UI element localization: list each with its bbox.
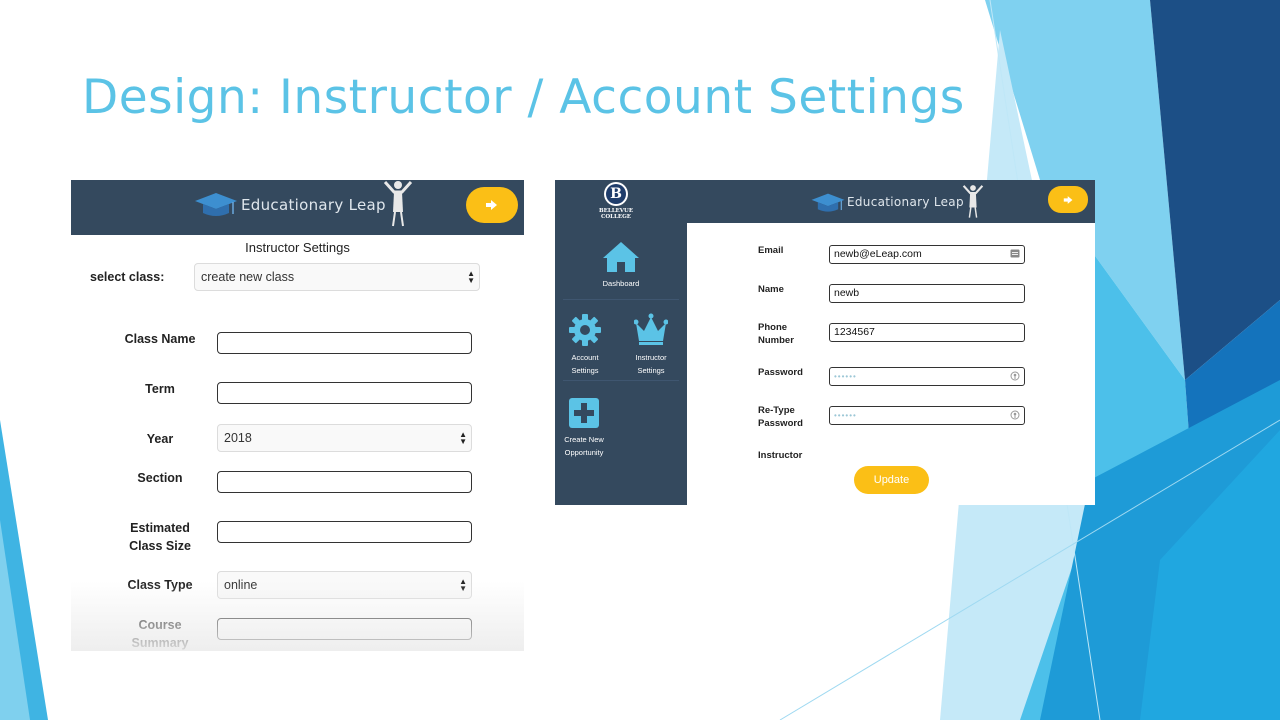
label-line: Password <box>758 418 803 429</box>
sidebar-item-account-settings[interactable]: Account Settings <box>557 313 613 377</box>
exit-icon <box>486 200 497 210</box>
top-nav-bar: B BELLEVUE COLLEGE Educationary Leap <box>555 180 1095 223</box>
phone-number-label: Phone Number <box>758 321 794 347</box>
email-field[interactable]: newb@eLeap.com <box>829 245 1025 264</box>
label-line: Instructor <box>635 353 667 362</box>
course-summary-input[interactable] <box>217 618 472 640</box>
class-name-input[interactable] <box>217 332 472 354</box>
crown-icon <box>633 313 669 345</box>
name-label: Name <box>758 284 784 295</box>
year-value: 2018 <box>224 431 252 445</box>
college-logo-letter: B <box>606 184 626 204</box>
retype-password-label: Re-Type Password <box>758 404 803 430</box>
course-summary-label: Course Summary <box>111 616 209 651</box>
sidebar-label: Account Settings <box>557 351 613 377</box>
sidebar-label: Dashboard <box>602 279 640 288</box>
leaping-figure-icon <box>962 185 984 218</box>
label-line: Phone <box>758 322 788 333</box>
password-label: Password <box>758 367 803 378</box>
email-value: newb@eLeap.com <box>834 248 922 260</box>
sidebar-item-instructor-settings[interactable]: Instructor Settings <box>623 313 679 377</box>
label-line: Estimated <box>130 521 190 535</box>
instructor-settings-panel: Educationary Leap Instructor Settings se… <box>71 180 524 651</box>
label-line: Summary <box>131 636 189 650</box>
section-input[interactable] <box>217 471 472 493</box>
slide-title: Design: Instructor / Account Settings <box>82 70 965 125</box>
app-logo-text: Educationary Leap <box>847 195 964 209</box>
instructor-label: Instructor <box>758 450 803 461</box>
key-icon <box>1010 410 1020 420</box>
logout-button[interactable] <box>466 187 518 223</box>
year-label: Year <box>146 432 174 446</box>
select-class-label: select class: <box>90 270 165 284</box>
label-line: Number <box>758 335 794 346</box>
label-line: Settings <box>571 366 599 375</box>
label-line: Account <box>571 353 599 362</box>
sidebar-item-dashboard[interactable]: Dashboard <box>591 241 651 290</box>
label-line: Create New <box>564 435 604 444</box>
top-nav-bar: Educationary Leap <box>71 180 524 235</box>
class-type-select[interactable]: online ▲ ▼ <box>217 571 472 599</box>
label-line: Class Size <box>129 539 191 553</box>
retype-password-field[interactable]: •••••• <box>829 406 1025 425</box>
class-size-input[interactable] <box>217 521 472 543</box>
app-logo: Educationary Leap <box>193 180 416 228</box>
year-select[interactable]: 2018 ▲ ▼ <box>217 424 472 452</box>
label-line: Opportunity <box>564 448 604 457</box>
class-type-value: online <box>224 578 258 592</box>
label-line: Re-Type <box>758 405 795 416</box>
password-field[interactable]: •••••• <box>829 367 1025 386</box>
sidebar: Dashboard Account Settings Instructor Se… <box>555 223 687 505</box>
dropdown-arrows-icon: ▲ ▼ <box>467 269 475 285</box>
term-label: Term <box>145 382 175 396</box>
phone-value: 1234567 <box>834 326 875 338</box>
select-class-value: create new class <box>201 270 295 284</box>
app-logo: Educationary Leap <box>810 180 986 220</box>
name-value: newb <box>834 287 860 299</box>
sidebar-divider <box>563 380 679 381</box>
key-icon <box>1010 371 1020 381</box>
phone-number-field[interactable]: 1234567 <box>829 323 1025 342</box>
password-value: •••••• <box>834 372 857 381</box>
select-class-dropdown[interactable]: create new class ▲ ▼ <box>194 263 480 291</box>
exit-icon <box>1063 195 1072 204</box>
term-input[interactable] <box>217 382 472 404</box>
home-icon <box>603 242 639 272</box>
retype-password-value: •••••• <box>834 411 857 420</box>
contact-card-icon <box>1010 249 1020 258</box>
account-settings-panel: B BELLEVUE COLLEGE Educationary Leap Das… <box>555 180 1095 505</box>
sidebar-label: Create New Opportunity <box>555 433 613 459</box>
label-line: Course <box>138 618 182 632</box>
estimated-class-size-label: Estimated Class Size <box>111 519 209 555</box>
graduation-cap-icon <box>811 193 845 212</box>
label-line: Settings <box>637 366 665 375</box>
sidebar-divider <box>563 299 679 300</box>
class-type-label: Class Type <box>127 578 193 592</box>
app-logo-text: Educationary Leap <box>241 196 386 214</box>
section-label: Section <box>137 471 183 485</box>
college-logo-badge[interactable]: B <box>604 182 628 206</box>
plus-square-icon <box>569 398 599 428</box>
email-label: Email <box>758 245 784 256</box>
leaping-figure-icon <box>383 180 412 227</box>
college-sub-text: COLLEGE <box>601 214 631 220</box>
dropdown-arrows-icon: ▲ ▼ <box>459 430 467 446</box>
dropdown-arrows-icon: ▲ ▼ <box>459 577 467 593</box>
logout-button[interactable] <box>1048 186 1088 213</box>
gear-icon <box>569 314 601 346</box>
instructor-settings-heading: Instructor Settings <box>245 240 350 255</box>
graduation-cap-icon <box>195 193 237 216</box>
sidebar-label: Instructor Settings <box>623 351 679 377</box>
sidebar-item-create-new-opportunity[interactable]: Create New Opportunity <box>555 397 613 459</box>
college-name: BELLEVUE COLLEGE <box>591 208 641 220</box>
name-field[interactable]: newb <box>829 284 1025 303</box>
class-name-label: Class Name <box>124 332 196 346</box>
update-button[interactable]: Update <box>854 466 929 494</box>
